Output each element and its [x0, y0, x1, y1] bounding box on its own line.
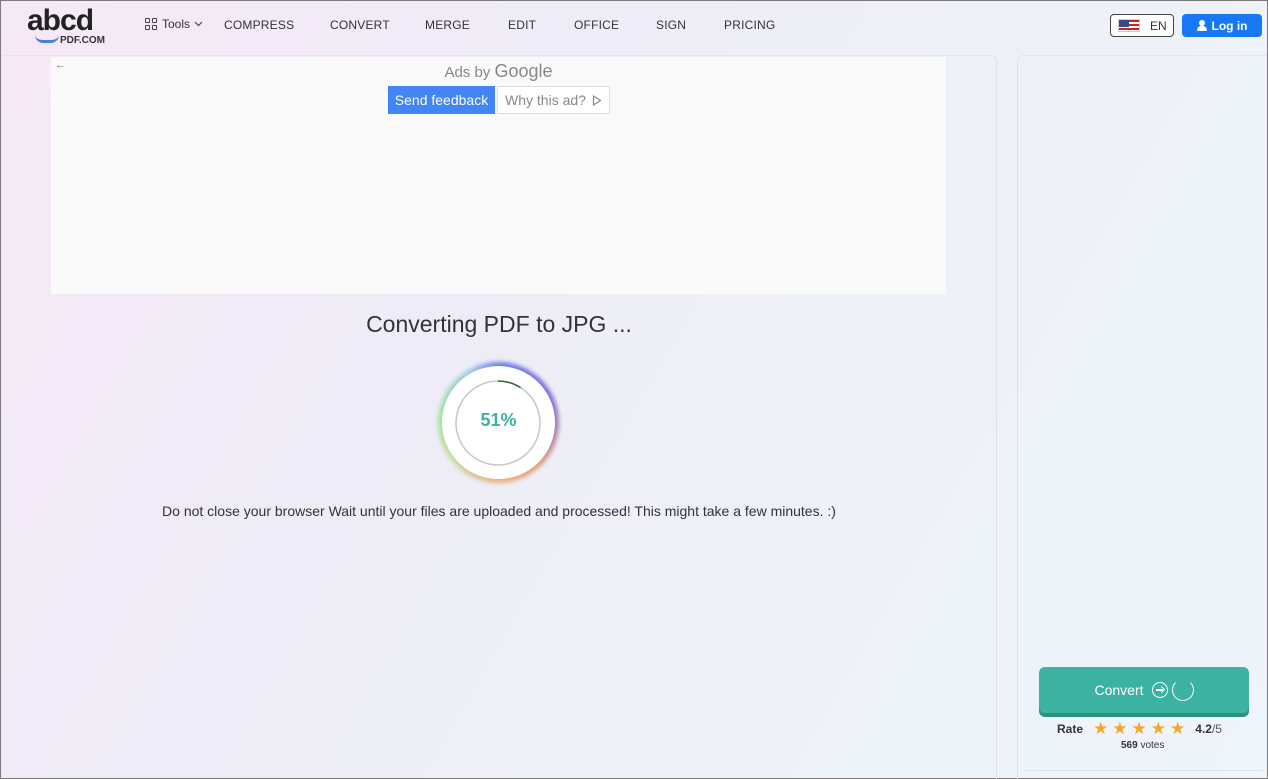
nav-office[interactable]: OFFICE: [574, 18, 619, 32]
rate-label: Rate: [1057, 722, 1084, 736]
arrow-right-circle-icon: [1151, 682, 1168, 698]
loading-spinner-icon: [1171, 679, 1194, 701]
play-outline-icon: [592, 94, 602, 106]
rating-max: /5: [1211, 722, 1222, 736]
ad-container: ← Ads by Google Send feedback Why this a…: [51, 57, 946, 294]
ads-by-google: Ads by Google: [51, 61, 946, 82]
wait-notice: Do not close your browser Wait until you…: [162, 503, 836, 519]
send-feedback-button[interactable]: Send feedback: [388, 86, 495, 114]
conversion-status-title: Converting PDF to JPG ...: [366, 311, 632, 337]
logo-text: abcd: [27, 4, 94, 37]
rating-stars[interactable]: ★ ★ ★ ★ ★: [1093, 720, 1185, 737]
star-icon[interactable]: ★: [1151, 720, 1166, 737]
site-header: abcd PDF.COM Tools COMPRESS CONVERT MERG…: [1, 1, 1267, 51]
nav-edit[interactable]: EDIT: [508, 18, 536, 32]
divider: [1025, 770, 1263, 771]
language-selector[interactable]: EN: [1110, 14, 1174, 37]
ads-by-label: Ads by: [444, 64, 491, 81]
star-icon[interactable]: ★: [1132, 720, 1147, 737]
rating-row: Rate ★ ★ ★ ★ ★ 4.2 /5: [1057, 720, 1222, 737]
login-button[interactable]: Log in: [1182, 14, 1262, 37]
chevron-down-icon: [194, 21, 203, 27]
star-icon[interactable]: ★: [1093, 720, 1108, 737]
google-wordmark: Google: [494, 61, 553, 81]
why-this-ad-label: Why this ad?: [505, 92, 586, 108]
tools-menu[interactable]: Tools: [145, 17, 203, 31]
login-label: Log in: [1211, 18, 1248, 33]
nav-convert[interactable]: CONVERT: [330, 18, 390, 32]
logo-swoosh: [35, 35, 59, 43]
logo-subtext: PDF.COM: [60, 35, 105, 46]
votes-label: votes: [1140, 740, 1165, 751]
progress-indicator: 51%: [438, 362, 559, 483]
nav-compress[interactable]: COMPRESS: [224, 18, 294, 32]
language-code: EN: [1150, 18, 1167, 33]
us-flag-icon: [1118, 19, 1140, 32]
nav-merge[interactable]: MERGE: [425, 18, 470, 32]
convert-button[interactable]: Convert: [1039, 667, 1249, 713]
progress-percent: 51%: [480, 410, 517, 430]
rating-score: 4.2: [1195, 722, 1212, 736]
star-icon[interactable]: ★: [1112, 720, 1127, 737]
votes-number: 569: [1121, 740, 1138, 751]
tools-label: Tools: [162, 17, 191, 31]
votes-count: 569 votes: [1121, 740, 1164, 751]
convert-label: Convert: [1094, 682, 1144, 698]
nav-pricing[interactable]: PRICING: [724, 18, 775, 32]
site-logo[interactable]: abcd PDF.COM: [25, 4, 111, 47]
star-icon[interactable]: ★: [1170, 720, 1185, 737]
grid-icon: [145, 17, 158, 31]
user-icon: [1196, 20, 1207, 31]
why-this-ad-button[interactable]: Why this ad?: [497, 86, 610, 114]
nav-sign[interactable]: SIGN: [656, 18, 686, 32]
